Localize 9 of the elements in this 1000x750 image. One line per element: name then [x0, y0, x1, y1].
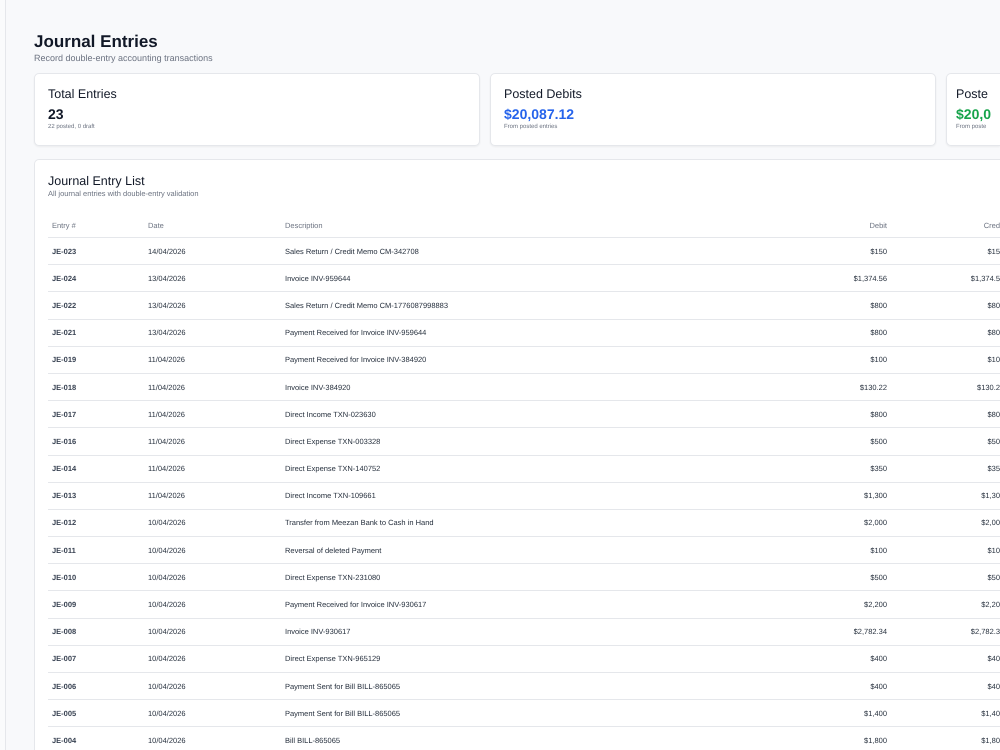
stat-title: Total Entries	[48, 86, 118, 102]
stat-title: Poste	[956, 86, 989, 102]
stat-value: $20,087.12	[504, 105, 576, 123]
stat-value: 23	[48, 105, 65, 123]
page-title: Journal Entries	[34, 32, 159, 52]
stat-value: $20,0	[956, 105, 992, 123]
table-title: Journal Entry List	[48, 173, 146, 189]
stat-title: Posted Debits	[504, 86, 583, 102]
page-subtitle: Record double-entry accounting transactions	[34, 52, 214, 64]
